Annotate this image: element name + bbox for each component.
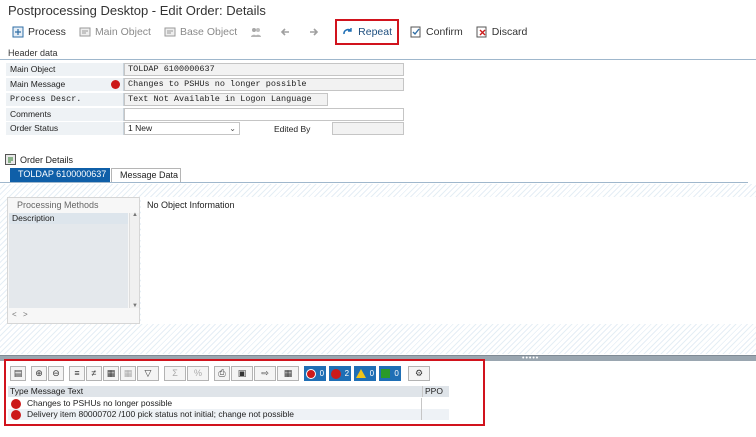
field-label: Order Status <box>6 122 124 135</box>
tab-message-data[interactable]: Message Data <box>111 168 181 182</box>
view-icon[interactable]: ▣ <box>231 366 253 381</box>
main-object-value[interactable]: TOLDAP 6100000637 <box>124 63 404 76</box>
table-row[interactable]: Changes to PSHUs no longer possible <box>8 398 449 409</box>
repeat-button[interactable]: Repeat <box>335 18 400 45</box>
main-message-value[interactable]: Changes to PSHUs no longer possible <box>124 78 404 91</box>
zoom-out-icon[interactable]: ⊖ <box>48 366 64 381</box>
subtotal-icon[interactable]: % <box>187 366 209 381</box>
message-toolbar: ▤ ⊕ ⊖ ≡ ≠ ▦ ▦ ▽ Σ % ⎙ ▣ ⇨ ▦ 0 2 0 0 ⚙ <box>10 365 431 382</box>
base-object-button[interactable]: Base Object <box>160 22 241 42</box>
object-info-panel: No Object Information <box>141 197 756 324</box>
object-info-text: No Object Information <box>147 200 235 210</box>
process-descr-value[interactable]: Text Not Available in Logon Language <box>124 93 328 106</box>
layout-icon[interactable]: ▦ <box>277 366 299 381</box>
details-icon[interactable]: ▤ <box>10 366 26 381</box>
process-button[interactable]: Process <box>8 22 70 42</box>
scroll-left-icon[interactable]: < <box>12 310 17 319</box>
process-icon <box>12 26 24 38</box>
description-column-header[interactable]: Description <box>9 213 128 224</box>
expand-panel-icon[interactable] <box>5 154 16 165</box>
ppo-cell <box>421 409 445 420</box>
repeat-icon <box>342 26 354 38</box>
ppo-cell <box>421 398 445 409</box>
main-toolbar: Process Main Object Base Object Repeat C… <box>0 18 756 45</box>
divider <box>0 59 756 60</box>
sum-icon[interactable]: Σ <box>164 366 186 381</box>
ppo-column[interactable]: PPO <box>422 386 443 397</box>
field-label: Main Message <box>6 78 124 91</box>
confirm-button[interactable]: Confirm <box>406 22 467 42</box>
field-main-message: Main Message Changes to PSHUs no longer … <box>6 78 404 91</box>
export-icon[interactable]: ⇨ <box>254 366 276 381</box>
object-icon <box>164 26 176 38</box>
message-log-panel: ▤ ⊕ ⊖ ≡ ≠ ▦ ▦ ▽ Σ % ⎙ ▣ ⇨ ▦ 0 2 0 0 ⚙ Ty… <box>4 359 485 426</box>
error-status-icon <box>111 80 120 89</box>
error-icon <box>11 409 21 420</box>
edited-by-label: Edited By <box>274 123 311 134</box>
window-title: Postprocessing Desktop - Edit Order: Det… <box>8 3 266 18</box>
stop-error-filter-button[interactable]: 0 <box>304 366 326 381</box>
field-label: Main Object <box>6 63 124 76</box>
processing-methods-panel: Processing Methods Description ▲ ▼ < > <box>7 197 140 324</box>
sort-descending-icon[interactable]: ≠ <box>86 366 102 381</box>
scroll-up-icon[interactable]: ▲ <box>132 212 138 218</box>
tab-divider <box>0 182 748 183</box>
type-message-text-column[interactable]: Type Message Text <box>8 386 83 397</box>
splitter-grip-icon[interactable]: ••••• <box>522 355 539 362</box>
chevron-down-icon: ⌄ <box>229 124 236 133</box>
message-table-header: Type Message Text PPO <box>8 386 449 397</box>
technical-info-icon[interactable]: ⚙ <box>408 366 430 381</box>
filter-icon[interactable]: ▽ <box>137 366 159 381</box>
edited-by-value[interactable] <box>332 122 404 135</box>
success-icon <box>381 369 391 378</box>
field-process-descr: Process Descr. Text Not Available in Log… <box>6 93 328 106</box>
error-icon <box>330 368 341 379</box>
arrow-left-icon <box>279 26 291 38</box>
forward-button[interactable] <box>304 22 328 42</box>
sort-ascending-icon[interactable]: ≡ <box>69 366 85 381</box>
tab-order-object[interactable]: TOLDAP 6100000637 <box>10 168 110 182</box>
field-label: Process Descr. <box>6 93 124 106</box>
scroll-down-icon[interactable]: ▼ <box>132 303 138 309</box>
find-next-icon[interactable]: ▦ <box>120 366 136 381</box>
scroll-right-icon[interactable]: > <box>23 310 28 319</box>
header-section-title: Header data <box>8 48 58 58</box>
users-icon <box>250 26 262 38</box>
discard-button[interactable]: Discard <box>472 22 532 42</box>
find-icon[interactable]: ▦ <box>103 366 119 381</box>
field-order-status: Order Status 1 New ⌄ Edited By <box>6 122 404 135</box>
table-row[interactable]: Delivery item 80000702 /100 pick status … <box>8 409 449 420</box>
field-label: Comments <box>6 108 124 121</box>
confirm-icon <box>410 26 422 38</box>
error-icon <box>11 398 21 409</box>
vertical-scrollbar[interactable]: ▲ ▼ <box>129 212 139 309</box>
order-status-select[interactable]: 1 New ⌄ <box>124 122 240 135</box>
processing-methods-list[interactable] <box>9 224 128 308</box>
print-icon[interactable]: ⎙ <box>214 366 230 381</box>
back-button[interactable] <box>275 22 299 42</box>
success-filter-button[interactable]: 0 <box>379 366 401 381</box>
warning-filter-button[interactable]: 0 <box>354 366 376 381</box>
field-main-object: Main Object TOLDAP 6100000637 <box>6 63 404 76</box>
warning-icon <box>355 369 366 378</box>
object-icon <box>79 26 91 38</box>
stop-icon <box>305 368 316 379</box>
main-object-button[interactable]: Main Object <box>75 22 155 42</box>
users-button[interactable] <box>246 22 270 42</box>
arrow-right-icon <box>308 26 320 38</box>
field-comments: Comments <box>6 108 404 121</box>
order-details-header[interactable]: Order Details <box>5 154 73 165</box>
error-filter-button[interactable]: 2 <box>329 366 351 381</box>
zoom-in-icon[interactable]: ⊕ <box>31 366 47 381</box>
comments-input[interactable] <box>124 108 404 121</box>
horizontal-scrollbar[interactable]: < > <box>9 310 129 321</box>
discard-icon <box>476 26 488 38</box>
processing-methods-title: Processing Methods <box>17 200 99 210</box>
